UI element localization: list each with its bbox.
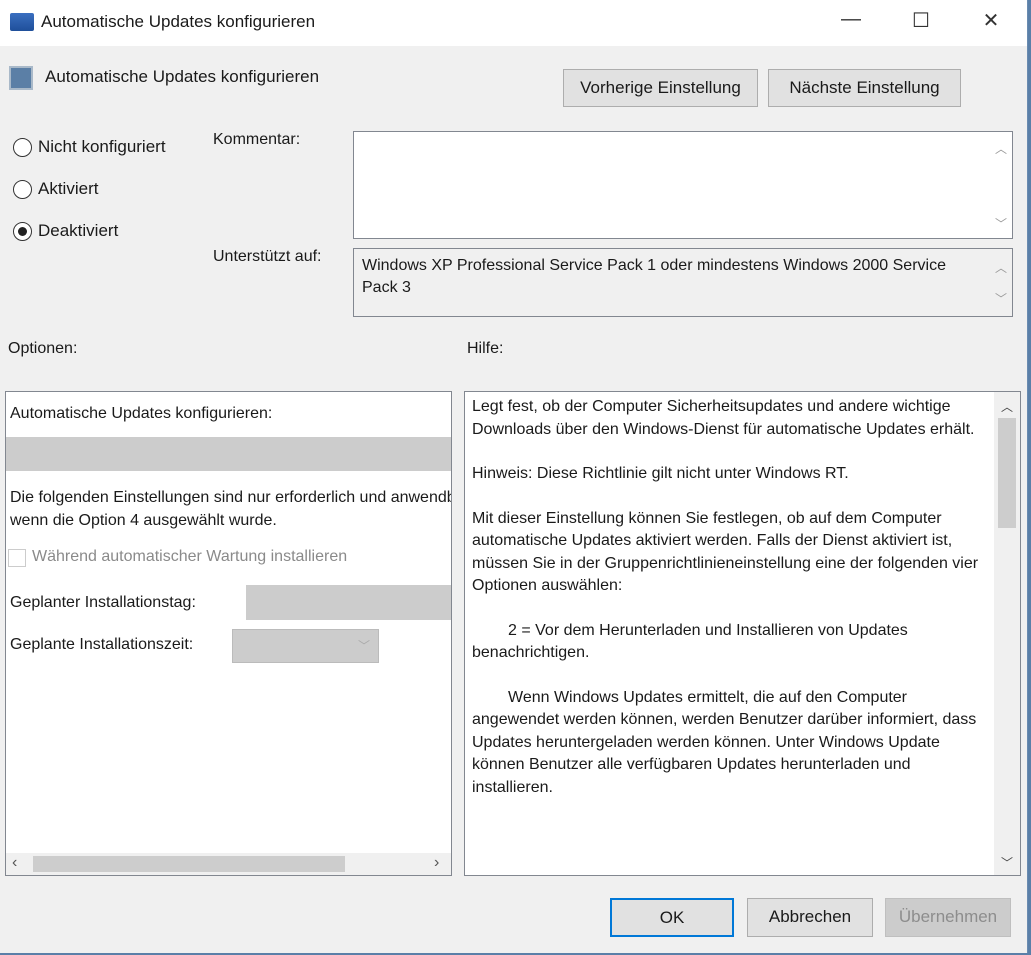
apply-button[interactable]: Übernehmen xyxy=(885,898,1011,937)
ok-button[interactable]: OK xyxy=(610,898,734,937)
options-panel: Automatische Updates konfigurieren: Die … xyxy=(5,391,452,876)
close-button[interactable]: ✕ xyxy=(968,8,1014,38)
window-title: Automatische Updates konfigurieren xyxy=(41,12,316,31)
scrollbar-thumb[interactable] xyxy=(998,418,1016,528)
configure-label: Automatische Updates konfigurieren: xyxy=(10,405,273,422)
install-day-dropdown[interactable] xyxy=(246,585,451,620)
install-time-label: Geplante Installationszeit: xyxy=(10,636,194,653)
radio-label: Aktiviert xyxy=(38,179,99,198)
maximize-button[interactable]: ☐ xyxy=(898,8,944,38)
help-paragraph: 2 = Vor dem Herunterladen und Installier… xyxy=(472,621,908,662)
comment-textarea[interactable]: ︿ ﹀ xyxy=(353,131,1013,239)
install-day-label: Geplanter Installationstag: xyxy=(10,594,196,611)
radio-enabled[interactable]: Aktiviert xyxy=(13,179,98,199)
next-setting-button[interactable]: Nächste Einstellung xyxy=(768,69,961,107)
setting-title: Automatische Updates konfigurieren xyxy=(45,67,320,86)
title-bar: Automatische Updates konfigurieren — ☐ ✕ xyxy=(0,0,1027,46)
radio-circle-selected xyxy=(13,221,32,241)
cancel-button[interactable]: Abbrechen xyxy=(747,898,873,937)
help-paragraph: Wenn Windows Updates ermittelt, die auf … xyxy=(472,688,977,796)
scroll-left-icon[interactable]: ‹ xyxy=(12,854,17,872)
install-time-dropdown[interactable]: ﹀ xyxy=(232,629,379,663)
configure-dropdown[interactable] xyxy=(6,437,451,471)
previous-setting-button[interactable]: Vorherige Einstellung xyxy=(563,69,758,107)
supported-scrollbar[interactable]: ︿ ﹀ xyxy=(990,249,1012,316)
comment-scrollbar[interactable]: ︿ ﹀ xyxy=(990,132,1012,238)
minimize-button[interactable]: — xyxy=(828,8,874,38)
maintenance-checkbox[interactable] xyxy=(8,549,26,567)
scrollbar-thumb[interactable] xyxy=(33,856,345,872)
help-paragraph: Legt fest, ob der Computer Sicherheitsup… xyxy=(472,398,975,438)
radio-disabled[interactable]: Deaktiviert xyxy=(13,221,118,241)
radio-circle xyxy=(13,137,32,157)
help-scrollbar[interactable]: ︿ ﹀ xyxy=(994,392,1020,875)
radio-not-configured[interactable]: Nicht konfiguriert xyxy=(13,137,166,157)
help-paragraph: Mit dieser Einstellung können Sie festle… xyxy=(472,509,979,595)
comment-label: Kommentar: xyxy=(213,131,301,148)
dialog-window: Automatische Updates konfigurieren — ☐ ✕… xyxy=(0,0,1028,953)
options-horizontal-scrollbar[interactable]: ‹ › xyxy=(6,853,451,875)
options-label: Optionen: xyxy=(8,340,78,357)
supported-on-field: Windows XP Professional Service Pack 1 o… xyxy=(353,248,1013,317)
help-panel: Legt fest, ob der Computer Sicherheitsup… xyxy=(464,391,1021,876)
radio-circle xyxy=(13,179,32,199)
supported-label: Unterstützt auf: xyxy=(213,248,322,265)
policy-icon xyxy=(9,66,33,90)
help-paragraph: Hinweis: Diese Richtlinie gilt nicht unt… xyxy=(472,465,849,482)
radio-label: Nicht konfiguriert xyxy=(38,137,166,156)
supported-value: Windows XP Professional Service Pack 1 o… xyxy=(362,257,946,296)
chevron-down-icon: ﹀ xyxy=(357,639,370,653)
radio-label: Deaktiviert xyxy=(38,221,119,240)
options-note: Die folgenden Einstellungen sind nur erf… xyxy=(10,489,452,529)
help-label: Hilfe: xyxy=(467,340,504,357)
app-icon xyxy=(10,13,34,31)
maintenance-checkbox-label: Während automatischer Wartung installier… xyxy=(32,548,348,565)
scroll-right-icon[interactable]: › xyxy=(434,854,439,872)
